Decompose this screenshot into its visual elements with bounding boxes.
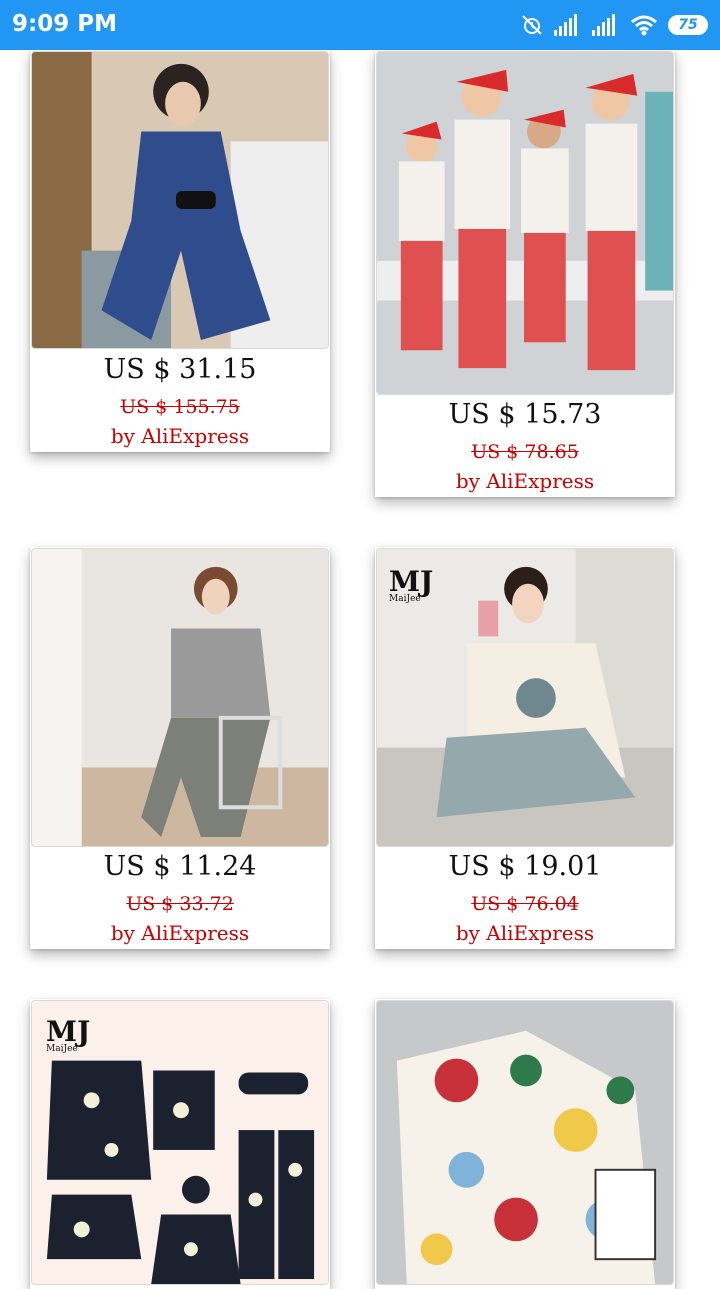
status-icons: 75 [520, 11, 708, 39]
product-price: US $ 31.15 [103, 354, 257, 385]
product-card[interactable]: US $ 15.73 US $ 78.65 by AliExpress [375, 50, 675, 497]
product-image[interactable]: MJ MaiJee [31, 1000, 329, 1285]
product-seller[interactable]: by AliExpress [375, 469, 675, 493]
product-image[interactable] [31, 548, 329, 847]
product-card[interactable]: MJ MaiJee US $ 19.01 US $ 76.04 by AliExp… [375, 547, 675, 949]
product-price: US $ 15.73 [448, 399, 602, 430]
status-bar: 9:09 PM 75 [0, 0, 720, 50]
brand-logo: MJ MaiJee [389, 565, 434, 604]
signal-icon [554, 14, 582, 36]
product-seller[interactable]: by AliExpress [375, 921, 675, 945]
product-card[interactable]: US $ 11.24 US $ 33.72 by AliExpress [30, 547, 330, 949]
product-card[interactable]: US $ 31.15 US $ 155.75 by AliExpress [30, 50, 330, 452]
product-original-price: US $ 33.72 [126, 893, 234, 915]
product-card[interactable] [375, 999, 675, 1289]
signal-icon-2 [592, 14, 620, 36]
product-seller[interactable]: by AliExpress [30, 424, 330, 448]
alarm-off-icon [520, 13, 544, 37]
product-price: US $ 11.24 [103, 851, 257, 882]
product-image[interactable]: MJ MaiJee [376, 548, 674, 847]
product-image[interactable] [376, 51, 674, 395]
product-card[interactable]: MJ MaiJee [30, 999, 330, 1289]
status-time: 9:09 PM [12, 11, 117, 37]
product-image[interactable] [31, 51, 329, 349]
product-image[interactable] [376, 1000, 674, 1285]
battery-icon: 75 [668, 15, 708, 35]
wifi-icon [630, 14, 658, 36]
product-original-price: US $ 155.75 [120, 396, 240, 418]
product-price: US $ 19.01 [448, 851, 602, 882]
product-seller[interactable]: by AliExpress [30, 921, 330, 945]
product-original-price: US $ 76.04 [471, 893, 579, 915]
brand-logo: MJ MaiJee [46, 1015, 91, 1054]
product-original-price: US $ 78.65 [471, 441, 579, 463]
